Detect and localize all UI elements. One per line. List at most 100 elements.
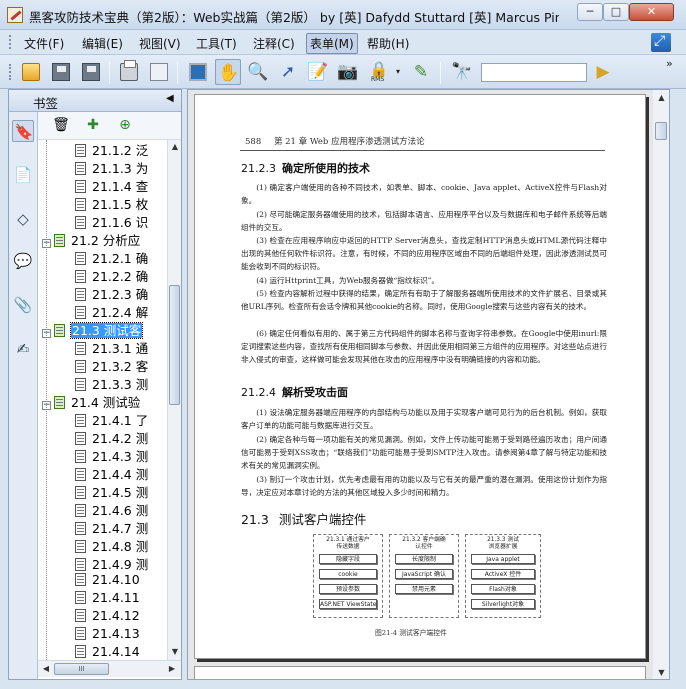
bookmark-toolbar: 🗑 ✚ ⊕	[38, 112, 181, 140]
bookmark-item[interactable]: 21.1.5 枚	[75, 194, 148, 212]
toolbar-grip[interactable]	[9, 64, 12, 80]
bookmark-item[interactable]: 21.4.5 测	[75, 482, 148, 500]
bookmark-item[interactable]: 21.3.2 客	[75, 356, 148, 374]
bookmark-item[interactable]: 21.4.1 了	[75, 410, 148, 428]
document-vertical-scrollbar[interactable]: ▲ ▼	[653, 89, 670, 680]
close-button[interactable]: ✕	[629, 3, 674, 21]
open-button[interactable]	[18, 59, 44, 85]
rms-button[interactable]: 🔒 RMS ▾	[366, 59, 402, 85]
fullscreen-button[interactable]	[185, 59, 211, 85]
scroll-left-arrow-icon[interactable]: ◀	[39, 662, 53, 676]
fullscreen-icon	[189, 63, 207, 81]
bookmark-item[interactable]: 21.1.2 泛	[75, 140, 148, 158]
figure-box: Java applet	[471, 554, 535, 564]
scroll-up-arrow-icon[interactable]: ▲	[168, 140, 182, 154]
scroll-thumb[interactable]	[169, 285, 180, 405]
menu-form[interactable]: 表单(M)	[306, 33, 358, 54]
bookmark-vertical-scrollbar[interactable]: ▲ ▼	[167, 140, 181, 660]
menu-edit[interactable]: 编辑(E)	[79, 34, 126, 53]
scroll-up-arrow-icon[interactable]: ▲	[654, 90, 669, 105]
menu-file[interactable]: 文件(F)	[21, 34, 67, 53]
bookmark-item[interactable]: 21.4.9 测	[75, 554, 148, 572]
find-button[interactable]: 🔭	[449, 59, 475, 85]
bookmark-item[interactable]: 21.3.1 通	[75, 338, 148, 356]
chapter-title: 第 21 章 Web 应用程序渗透测试方法论	[273, 137, 425, 147]
maximize-button[interactable]: □	[603, 3, 629, 21]
bookmark-item[interactable]: 21.4.8 测	[75, 536, 148, 554]
figure-box: Flash对象	[471, 584, 535, 594]
bookmark-item[interactable]: 21.4.7 测	[75, 518, 148, 536]
snapshot-button[interactable]: 📷	[335, 59, 361, 85]
bookmark-panel-title: 书签	[33, 96, 59, 111]
bookmark-item[interactable]: 21.1.4 查	[75, 176, 148, 194]
tab-attachments[interactable]: 📎	[12, 294, 34, 316]
bookmark-item[interactable]: 21.4.6 测	[75, 500, 148, 518]
bookmark-item[interactable]: 21.3.3 测	[75, 374, 148, 392]
bookmark-label: 21.4.12	[92, 608, 140, 623]
bookmark-item[interactable]: 21.4.13	[75, 626, 140, 644]
bookmark-item[interactable]: 21.2.3 确	[75, 284, 148, 302]
toolbar-more-button[interactable]: »	[666, 57, 673, 70]
tab-bookmarks[interactable]: 🔖	[12, 120, 34, 142]
bookmark-item[interactable]: 21.2.1 确	[75, 248, 148, 266]
bookmark-item[interactable]: −21.4 测试验	[42, 392, 140, 410]
find-next-button[interactable]: ▶	[590, 59, 616, 85]
minimize-button[interactable]: ─	[577, 3, 603, 21]
bookmark-page-icon	[75, 378, 86, 391]
bookmark-page-icon	[75, 522, 86, 535]
add-bookmark-icon[interactable]: ✚	[82, 114, 104, 136]
sign-button[interactable]: ✎	[408, 59, 434, 85]
tab-layers[interactable]: ◇	[12, 208, 34, 230]
menu-grip[interactable]	[9, 35, 12, 49]
window-title: 黑客攻防技术宝典（第2版）：Web实战篇（第2版） by [英] Dafydd …	[29, 10, 559, 25]
menu-help[interactable]: 帮助(H)	[364, 34, 412, 53]
expand-icon[interactable]	[651, 33, 671, 52]
menu-tools[interactable]: 工具(T)	[193, 34, 240, 53]
bookmark-item[interactable]: 21.4.14	[75, 644, 140, 660]
bookmark-item[interactable]: −21.3 测试客	[42, 320, 144, 339]
bookmark-item[interactable]: 21.4.10	[75, 572, 140, 590]
tab-comments[interactable]: 💬	[12, 250, 34, 272]
scroll-thumb[interactable]: III	[54, 663, 109, 675]
bookmark-item[interactable]: 21.4.3 测	[75, 446, 148, 464]
bookmark-item[interactable]: 21.4.2 测	[75, 428, 148, 446]
tab-pages[interactable]: 📄	[12, 164, 34, 186]
tab-signatures[interactable]: ✍	[12, 338, 34, 360]
bookmark-page-icon	[75, 414, 86, 427]
scan-button[interactable]	[146, 59, 172, 85]
zoom-button[interactable]: 🔍	[245, 59, 271, 85]
scroll-down-arrow-icon[interactable]: ▼	[168, 645, 182, 659]
bookmark-horizontal-scrollbar[interactable]: ◀ III ▶	[38, 660, 181, 677]
bookmark-item[interactable]: 21.2.4 解	[75, 302, 148, 320]
bookmark-page-icon	[54, 396, 65, 409]
scroll-thumb[interactable]	[655, 122, 667, 140]
scroll-right-arrow-icon[interactable]: ▶	[165, 662, 179, 676]
tree-guide-line	[46, 140, 47, 660]
bookmark-item[interactable]: 21.4.11	[75, 590, 140, 608]
hand-tool-button[interactable]: ✋	[215, 59, 241, 85]
select-button[interactable]: ➚	[275, 59, 301, 85]
delete-bookmark-icon[interactable]: 🗑	[50, 114, 72, 136]
text-select-button[interactable]: 📝	[305, 59, 331, 85]
bookmark-item[interactable]: 21.1.3 为	[75, 158, 148, 176]
scroll-down-arrow-icon[interactable]: ▼	[654, 665, 669, 680]
bookmark-item[interactable]: 21.4.12	[75, 608, 140, 626]
chevron-down-icon[interactable]: ▾	[396, 67, 400, 76]
print-button[interactable]	[116, 59, 142, 85]
save-as-button[interactable]	[78, 59, 104, 85]
bookmark-tree: 21.1.2 泛 21.1.3 为 21.1.4 查 21.1.5 枚 21.1.6 识…	[38, 140, 167, 660]
find-input[interactable]	[481, 63, 587, 82]
menu-view[interactable]: 视图(V)	[136, 34, 184, 53]
bookmark-item[interactable]: 21.4.4 测	[75, 464, 148, 482]
bookmark-page-icon	[75, 270, 86, 283]
bookmark-item[interactable]: 21.1.6 识	[75, 212, 148, 230]
add-child-bookmark-icon[interactable]: ⊕	[114, 114, 136, 136]
bookmark-item[interactable]: 21.2.2 确	[75, 266, 148, 284]
bookmark-item[interactable]: −21.2 分析应	[42, 230, 140, 248]
section-heading-21-2-3: 21.2.3 确定所使用的技术	[241, 162, 370, 175]
save-button[interactable]	[48, 59, 74, 85]
toolbar-separator	[440, 62, 441, 84]
collapse-panel-icon[interactable]: ◀	[166, 93, 174, 104]
menu-comment[interactable]: 注释(C)	[250, 34, 298, 53]
document-view[interactable]: 588 第 21 章 Web 应用程序渗透测试方法论 21.2.3 确定所使用的技…	[187, 89, 654, 680]
